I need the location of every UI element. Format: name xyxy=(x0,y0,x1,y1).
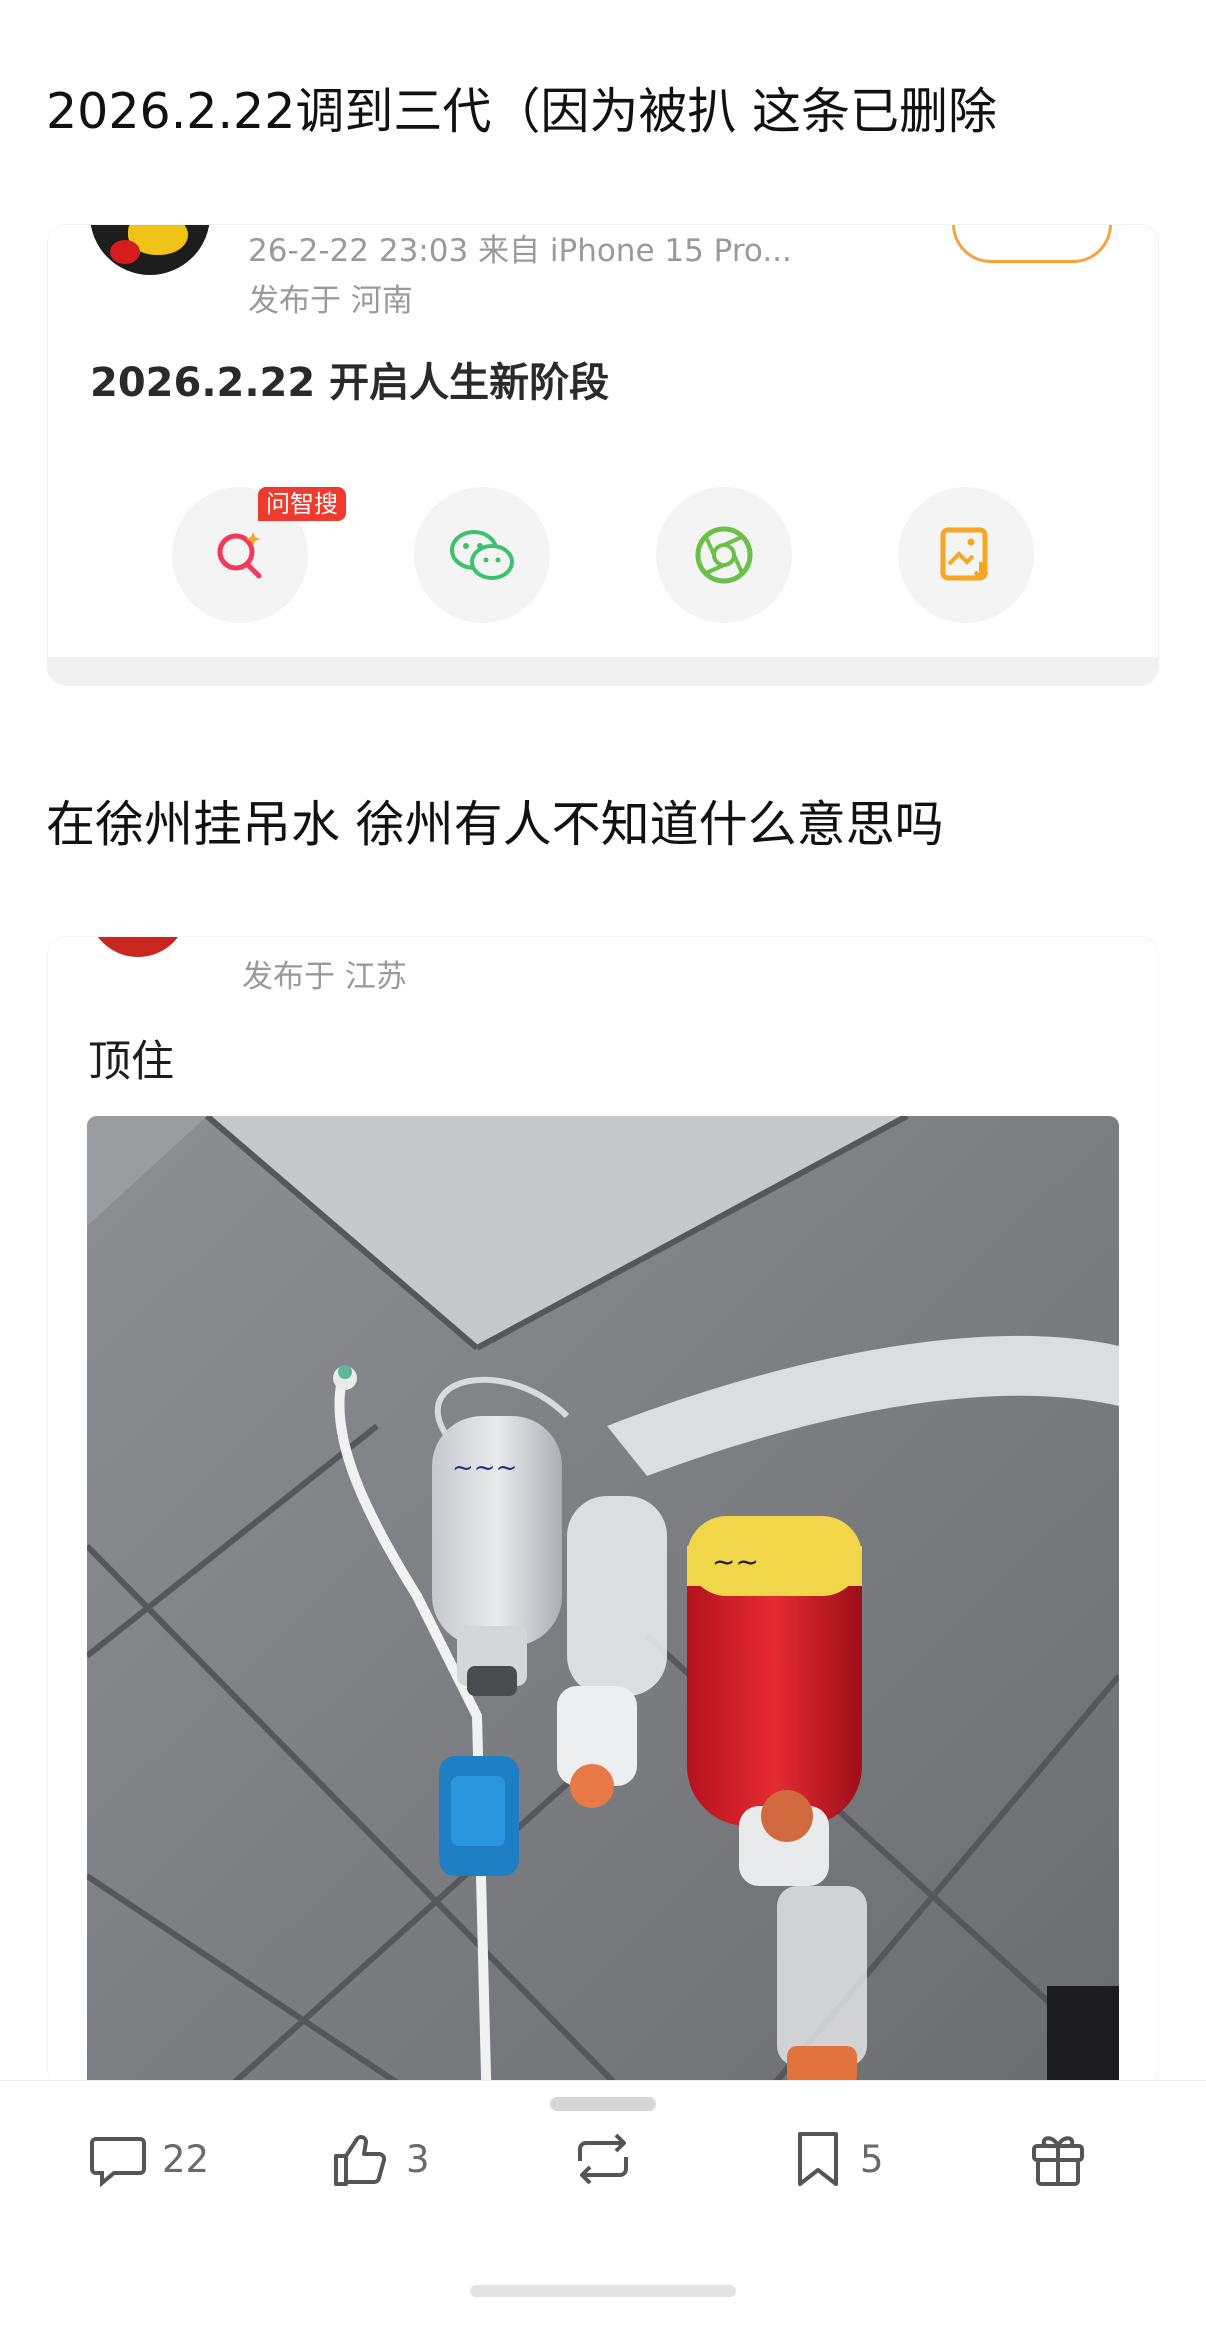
follow-button[interactable] xyxy=(952,225,1112,263)
svg-text:~~~: ~~~ xyxy=(452,1453,517,1483)
post-location: 发布于 河南 xyxy=(248,283,413,319)
avatar[interactable] xyxy=(88,937,188,957)
home-indicator xyxy=(470,2285,736,2297)
post-title-2: 在徐州挂吊水 徐州有人不知道什么意思吗 xyxy=(46,796,944,853)
avatar[interactable] xyxy=(90,225,210,275)
search-ai-icon xyxy=(217,532,262,579)
wechat-icon xyxy=(450,530,514,580)
repost-icon xyxy=(578,2133,628,2185)
like-button[interactable]: 3 xyxy=(330,2121,430,2197)
collect-count: 5 xyxy=(860,2137,884,2181)
gift-icon xyxy=(1032,2136,1084,2186)
gift-button[interactable] xyxy=(1028,2121,1088,2197)
post-timestamp-source: 26-2-22 23:03 来自 iPhone 15 Pro... xyxy=(248,233,792,269)
ai-search-badge: 问智搜 xyxy=(258,487,346,521)
svg-text:~~: ~~ xyxy=(712,1545,759,1578)
save-image-button[interactable] xyxy=(898,487,1034,623)
comment-icon xyxy=(90,2137,146,2188)
bookmark-icon xyxy=(798,2132,838,2186)
card-footer xyxy=(48,657,1158,685)
like-count: 3 xyxy=(406,2137,430,2181)
comment-count: 22 xyxy=(162,2137,210,2181)
share-moments-button[interactable] xyxy=(656,487,792,623)
thumbs-up-icon xyxy=(334,2135,387,2186)
post-photo-iv-bottles[interactable]: ~~~ ~~ xyxy=(87,1116,1119,2116)
collect-button[interactable]: 5 xyxy=(790,2121,884,2197)
comment-button[interactable]: 22 xyxy=(88,2121,209,2197)
moments-icon xyxy=(695,526,753,584)
post-text: 2026.2.22 开启人生新阶段 xyxy=(90,360,610,406)
share-wechat-button[interactable] xyxy=(414,487,550,623)
post-text: 顶住 xyxy=(88,1037,174,1087)
save-image-icon xyxy=(940,527,989,581)
embedded-post-card-1[interactable]: 26-2-22 23:03 来自 iPhone 15 Pro... 发布于 河南… xyxy=(48,225,1158,685)
post-title-1: 2026.2.22调到三代（因为被扒 这条已删除 xyxy=(46,83,997,140)
repost-button[interactable] xyxy=(568,2121,638,2197)
drag-handle[interactable] xyxy=(550,2097,656,2111)
bottom-action-bar: 22 3 5 xyxy=(0,2080,1206,2329)
post-location: 发布于 江苏 xyxy=(242,959,407,995)
